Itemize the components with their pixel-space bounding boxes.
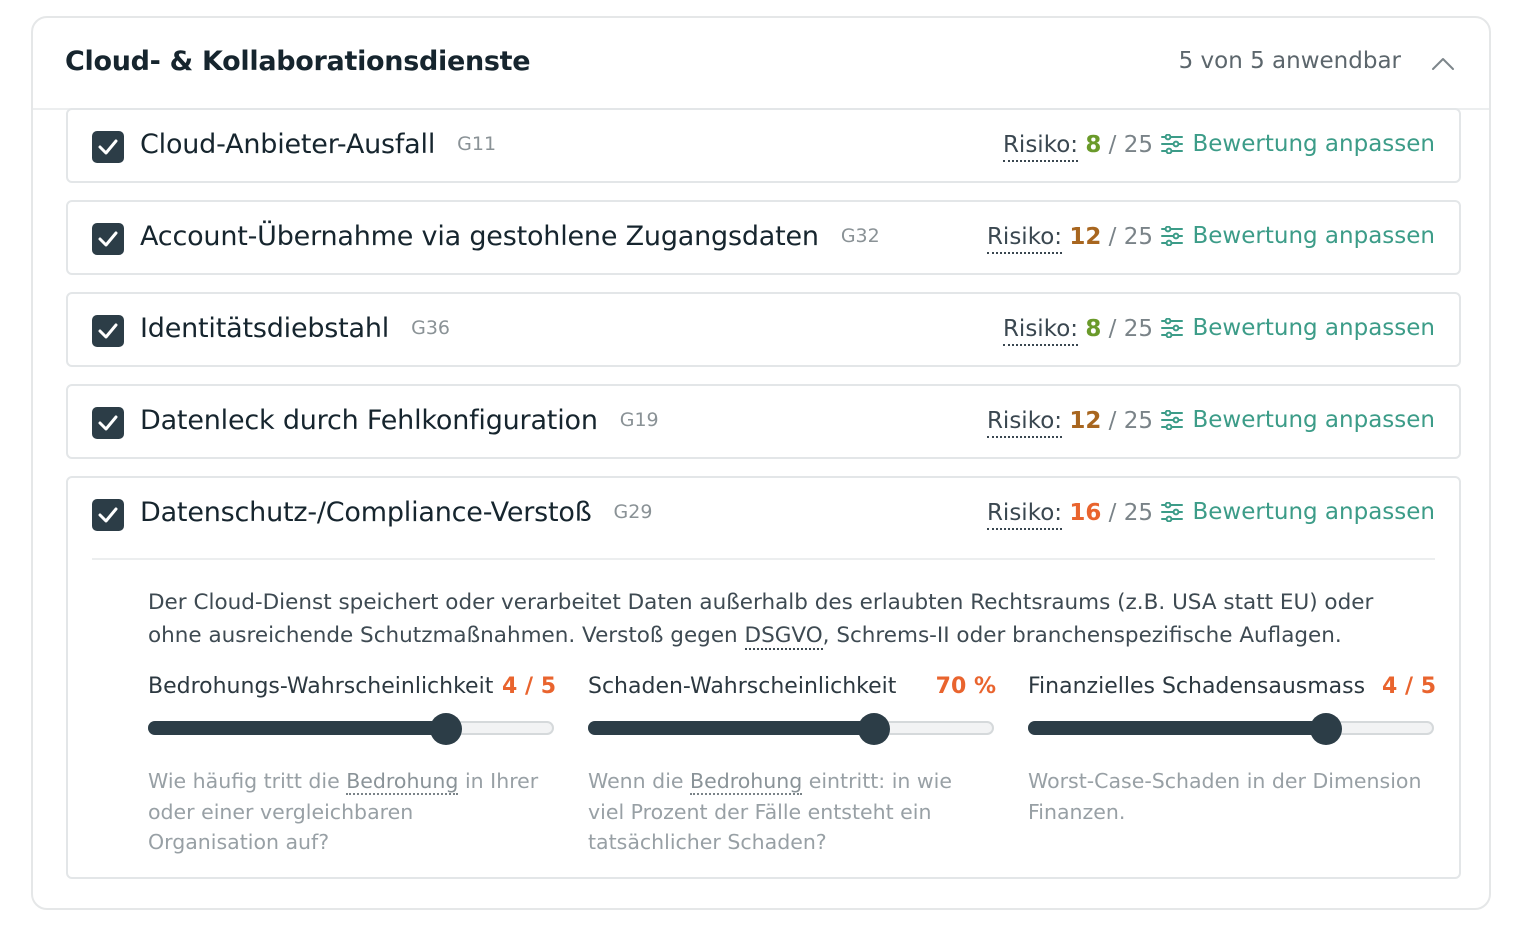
risk-label[interactable]: Risiko: [986, 500, 1063, 530]
slider-track[interactable] [148, 713, 554, 745]
panel-header[interactable]: Cloud- & Kollaborationsdienste 5 von 5 a… [33, 18, 1489, 110]
risk-max: / 25 [1108, 408, 1153, 434]
risk-label[interactable]: Risiko: [1002, 132, 1079, 162]
checkmark-icon [98, 507, 118, 523]
slider-track[interactable] [588, 713, 994, 745]
slider-label: Bedrohungs-Wahrscheinlichkeit [148, 674, 494, 699]
threat-title: Cloud-Anbieter-Ausfall G11 [140, 129, 497, 160]
chevron-up-icon[interactable] [1431, 52, 1455, 76]
slider-thumb[interactable] [430, 713, 463, 745]
risk-max: / 25 [1108, 316, 1153, 342]
risk-value: 12 [1069, 408, 1102, 434]
risk-label[interactable]: Risiko: [1002, 316, 1079, 346]
risk-value: 8 [1085, 316, 1102, 342]
threat-title[interactable]: Datenschutz-/Compliance-Verstoß G29 [140, 497, 652, 528]
slider-fill [588, 721, 877, 735]
checkmark-icon [98, 415, 118, 431]
threat-title: Account-Übernahme via gestohlene Zugangs… [140, 221, 880, 252]
glossary-term-bedrohung[interactable]: Bedrohung [690, 769, 803, 795]
risk-label[interactable]: Risiko: [986, 224, 1063, 254]
divider [92, 558, 1435, 560]
slider-fill [1028, 721, 1329, 735]
threat-row[interactable]: Identitätsdiebstahl G36 Risiko: 8 / 25 Be… [66, 292, 1461, 367]
threat-title: Identitätsdiebstahl G36 [140, 313, 451, 344]
threat-code: G36 [411, 317, 451, 339]
slider-financial-impact: Finanzielles Schadensausmass 4 / 5 Worst… [1028, 674, 1436, 824]
threat-row[interactable]: Datenleck durch Fehlkonfiguration G19 Ris… [66, 384, 1461, 459]
threat-description: Der Cloud-Dienst speichert oder verarbei… [148, 590, 1374, 650]
slider-fill [148, 721, 449, 735]
slider-value: 4 / 5 [502, 674, 556, 699]
category-title: Cloud- & Kollaborationsdienste [65, 46, 531, 77]
risk-score: Risiko: 8 / 25 [1002, 316, 1153, 346]
adjust-rating-label: Bewertung anpassen [1192, 407, 1436, 433]
threat-checkbox[interactable] [92, 131, 124, 163]
adjust-rating-button[interactable]: Bewertung anpassen [1160, 499, 1436, 525]
adjust-rating-label: Bewertung anpassen [1192, 223, 1436, 249]
threat-checkbox[interactable] [92, 407, 124, 439]
checkmark-icon [98, 139, 118, 155]
sliders-icon [1160, 501, 1183, 523]
risk-max: / 25 [1108, 224, 1153, 250]
adjust-rating-label: Bewertung anpassen [1192, 131, 1436, 157]
slider-thumb[interactable] [858, 713, 891, 745]
threat-checkbox[interactable] [92, 315, 124, 347]
risk-max: / 25 [1108, 500, 1153, 526]
risk-score: Risiko: 12 / 25 [986, 408, 1153, 438]
risk-value: 12 [1069, 224, 1102, 250]
adjust-rating-button[interactable]: Bewertung anpassen [1160, 223, 1436, 249]
adjust-rating-button[interactable]: Bewertung anpassen [1160, 131, 1436, 157]
risk-value: 16 [1069, 500, 1102, 526]
slider-thumb[interactable] [1310, 713, 1343, 745]
threat-code: G29 [613, 501, 653, 523]
sliders-icon [1160, 225, 1183, 247]
slider-track[interactable] [1028, 713, 1434, 745]
slider-threat-probability: Bedrohungs-Wahrscheinlichkeit 4 / 5 Wie … [148, 674, 556, 854]
slider-value: 70 % [935, 674, 996, 699]
threat-code: G19 [619, 409, 659, 431]
glossary-term-bedrohung[interactable]: Bedrohung [346, 769, 459, 795]
slider-help-text: Wie häufig tritt die Bedrohung in Ihrer … [148, 769, 539, 854]
adjust-rating-button[interactable]: Bewertung anpassen [1160, 315, 1436, 341]
threat-checkbox[interactable] [92, 499, 124, 531]
risk-score: Risiko: 8 / 25 [1002, 132, 1153, 162]
slider-label: Finanzielles Schadensausmass [1028, 674, 1366, 699]
slider-value: 4 / 5 [1382, 674, 1436, 699]
checkmark-icon [98, 323, 118, 339]
risk-score: Risiko: 12 / 25 [986, 224, 1153, 254]
threat-title: Datenleck durch Fehlkonfiguration G19 [140, 405, 659, 436]
threat-row[interactable]: Cloud-Anbieter-Ausfall G11 Risiko: 8 / 25… [66, 108, 1461, 183]
slider-help-text: Worst-Case-Schaden in der Dimension Fina… [1028, 769, 1422, 824]
threat-checkbox[interactable] [92, 223, 124, 255]
applicable-count: 5 von 5 anwendbar [1178, 48, 1401, 74]
risk-score: Risiko: 16 / 25 [986, 500, 1153, 530]
threat-row[interactable]: Account-Übernahme via gestohlene Zugangs… [66, 200, 1461, 275]
sliders-icon [1160, 133, 1183, 155]
slider-damage-probability: Schaden-Wahrscheinlichkeit 70 % Wenn die… [588, 674, 996, 854]
glossary-term-dsgvo[interactable]: DSGVO [744, 623, 823, 650]
threat-category-panel: Cloud- & Kollaborationsdienste 5 von 5 a… [31, 16, 1491, 910]
risk-max: / 25 [1108, 132, 1153, 158]
slider-help-text: Wenn die Bedrohung eintritt: in wie viel… [588, 769, 952, 854]
risk-value: 8 [1085, 132, 1102, 158]
adjust-rating-label: Bewertung anpassen [1192, 315, 1436, 341]
checkmark-icon [98, 231, 118, 247]
sliders-icon [1160, 317, 1183, 339]
threat-code: G11 [457, 133, 497, 155]
sliders-icon [1160, 409, 1183, 431]
adjust-rating-label: Bewertung anpassen [1192, 499, 1436, 525]
threat-code: G32 [840, 225, 880, 247]
risk-label[interactable]: Risiko: [986, 408, 1063, 438]
threat-row-expanded: Datenschutz-/Compliance-Verstoß G29 Risik… [66, 476, 1461, 879]
adjust-rating-button[interactable]: Bewertung anpassen [1160, 407, 1436, 433]
